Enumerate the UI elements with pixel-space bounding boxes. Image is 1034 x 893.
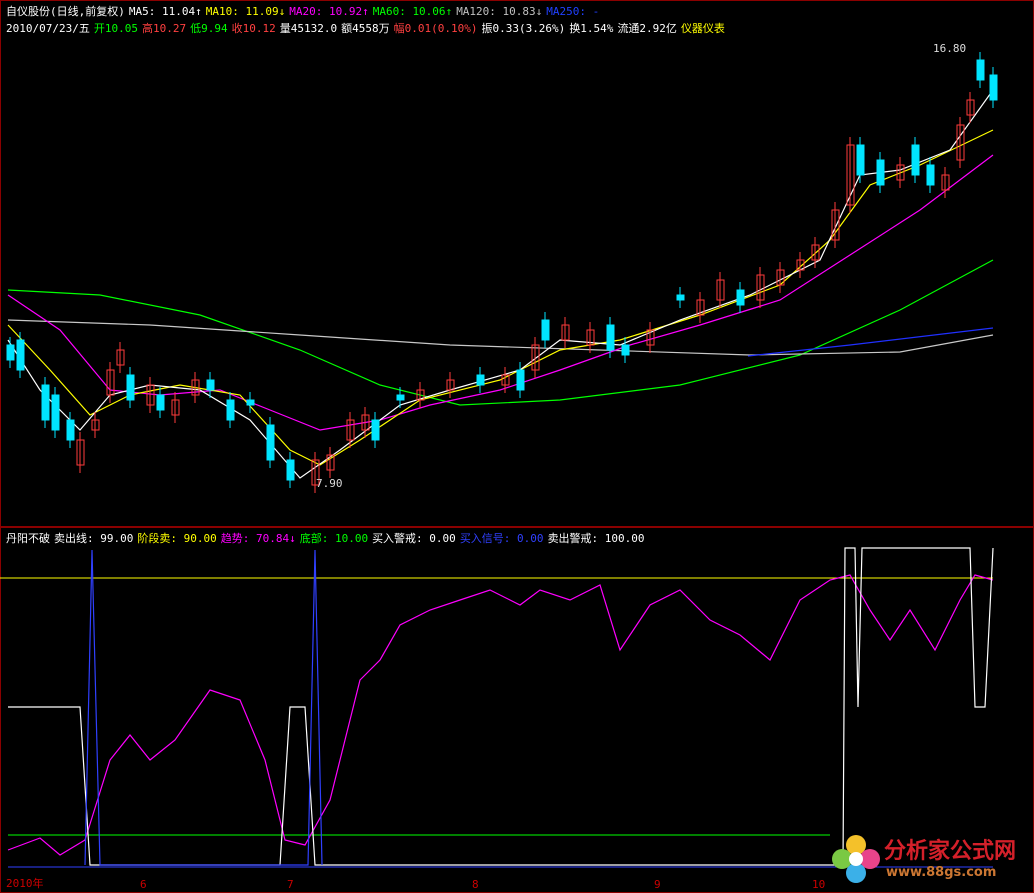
logo-url: www.88gs.com bbox=[886, 865, 997, 880]
candle-body bbox=[911, 144, 920, 176]
candle-body bbox=[41, 384, 50, 421]
candle-body bbox=[606, 324, 615, 351]
ma20-line bbox=[7, 154, 994, 431]
candle-body bbox=[16, 339, 25, 371]
candle-body bbox=[286, 459, 295, 481]
candle-body bbox=[989, 74, 998, 101]
site-logo: 分析家公式网 www.88gs.com bbox=[828, 831, 1028, 887]
buy-signal-line bbox=[84, 549, 323, 866]
candle-body bbox=[516, 369, 525, 391]
x-label-2: 7 bbox=[287, 878, 294, 891]
candle-body bbox=[926, 164, 935, 186]
logo-name: 分析家公式网 bbox=[884, 839, 1017, 864]
candle-body bbox=[6, 344, 15, 361]
x-label-3: 8 bbox=[472, 878, 479, 891]
candle-body bbox=[206, 379, 215, 391]
candle-body bbox=[266, 424, 275, 461]
ma10-line bbox=[7, 129, 994, 466]
x-label-0: 2010年 bbox=[6, 877, 44, 890]
candle-body bbox=[51, 394, 60, 431]
candle-body bbox=[126, 374, 135, 401]
candle-body bbox=[66, 419, 75, 441]
candle-body bbox=[396, 394, 405, 401]
high-price-label: 16.80 bbox=[933, 42, 967, 55]
trend-line bbox=[7, 574, 994, 856]
ma5-line bbox=[7, 89, 994, 479]
candlestick-chart[interactable] bbox=[0, 0, 1034, 893]
candle-body bbox=[736, 289, 745, 306]
low-price-label: 7.90 bbox=[316, 477, 343, 490]
ma120-line bbox=[7, 319, 994, 356]
ma60-line bbox=[7, 259, 994, 406]
candle-body bbox=[371, 419, 380, 441]
x-label-5: 10 bbox=[812, 878, 826, 891]
candle-body bbox=[676, 294, 685, 301]
candle-body bbox=[541, 319, 550, 341]
candle-body bbox=[246, 399, 255, 406]
x-label-4: 9 bbox=[654, 878, 661, 891]
candle-body bbox=[856, 144, 865, 176]
candle-body bbox=[226, 399, 235, 421]
candle-body bbox=[621, 344, 630, 356]
flower-icon bbox=[832, 835, 880, 883]
candle-body bbox=[876, 159, 885, 186]
candle-body bbox=[976, 59, 985, 81]
candle-body bbox=[476, 374, 485, 386]
candle-body bbox=[156, 394, 165, 411]
x-label-1: 6 bbox=[140, 878, 147, 891]
